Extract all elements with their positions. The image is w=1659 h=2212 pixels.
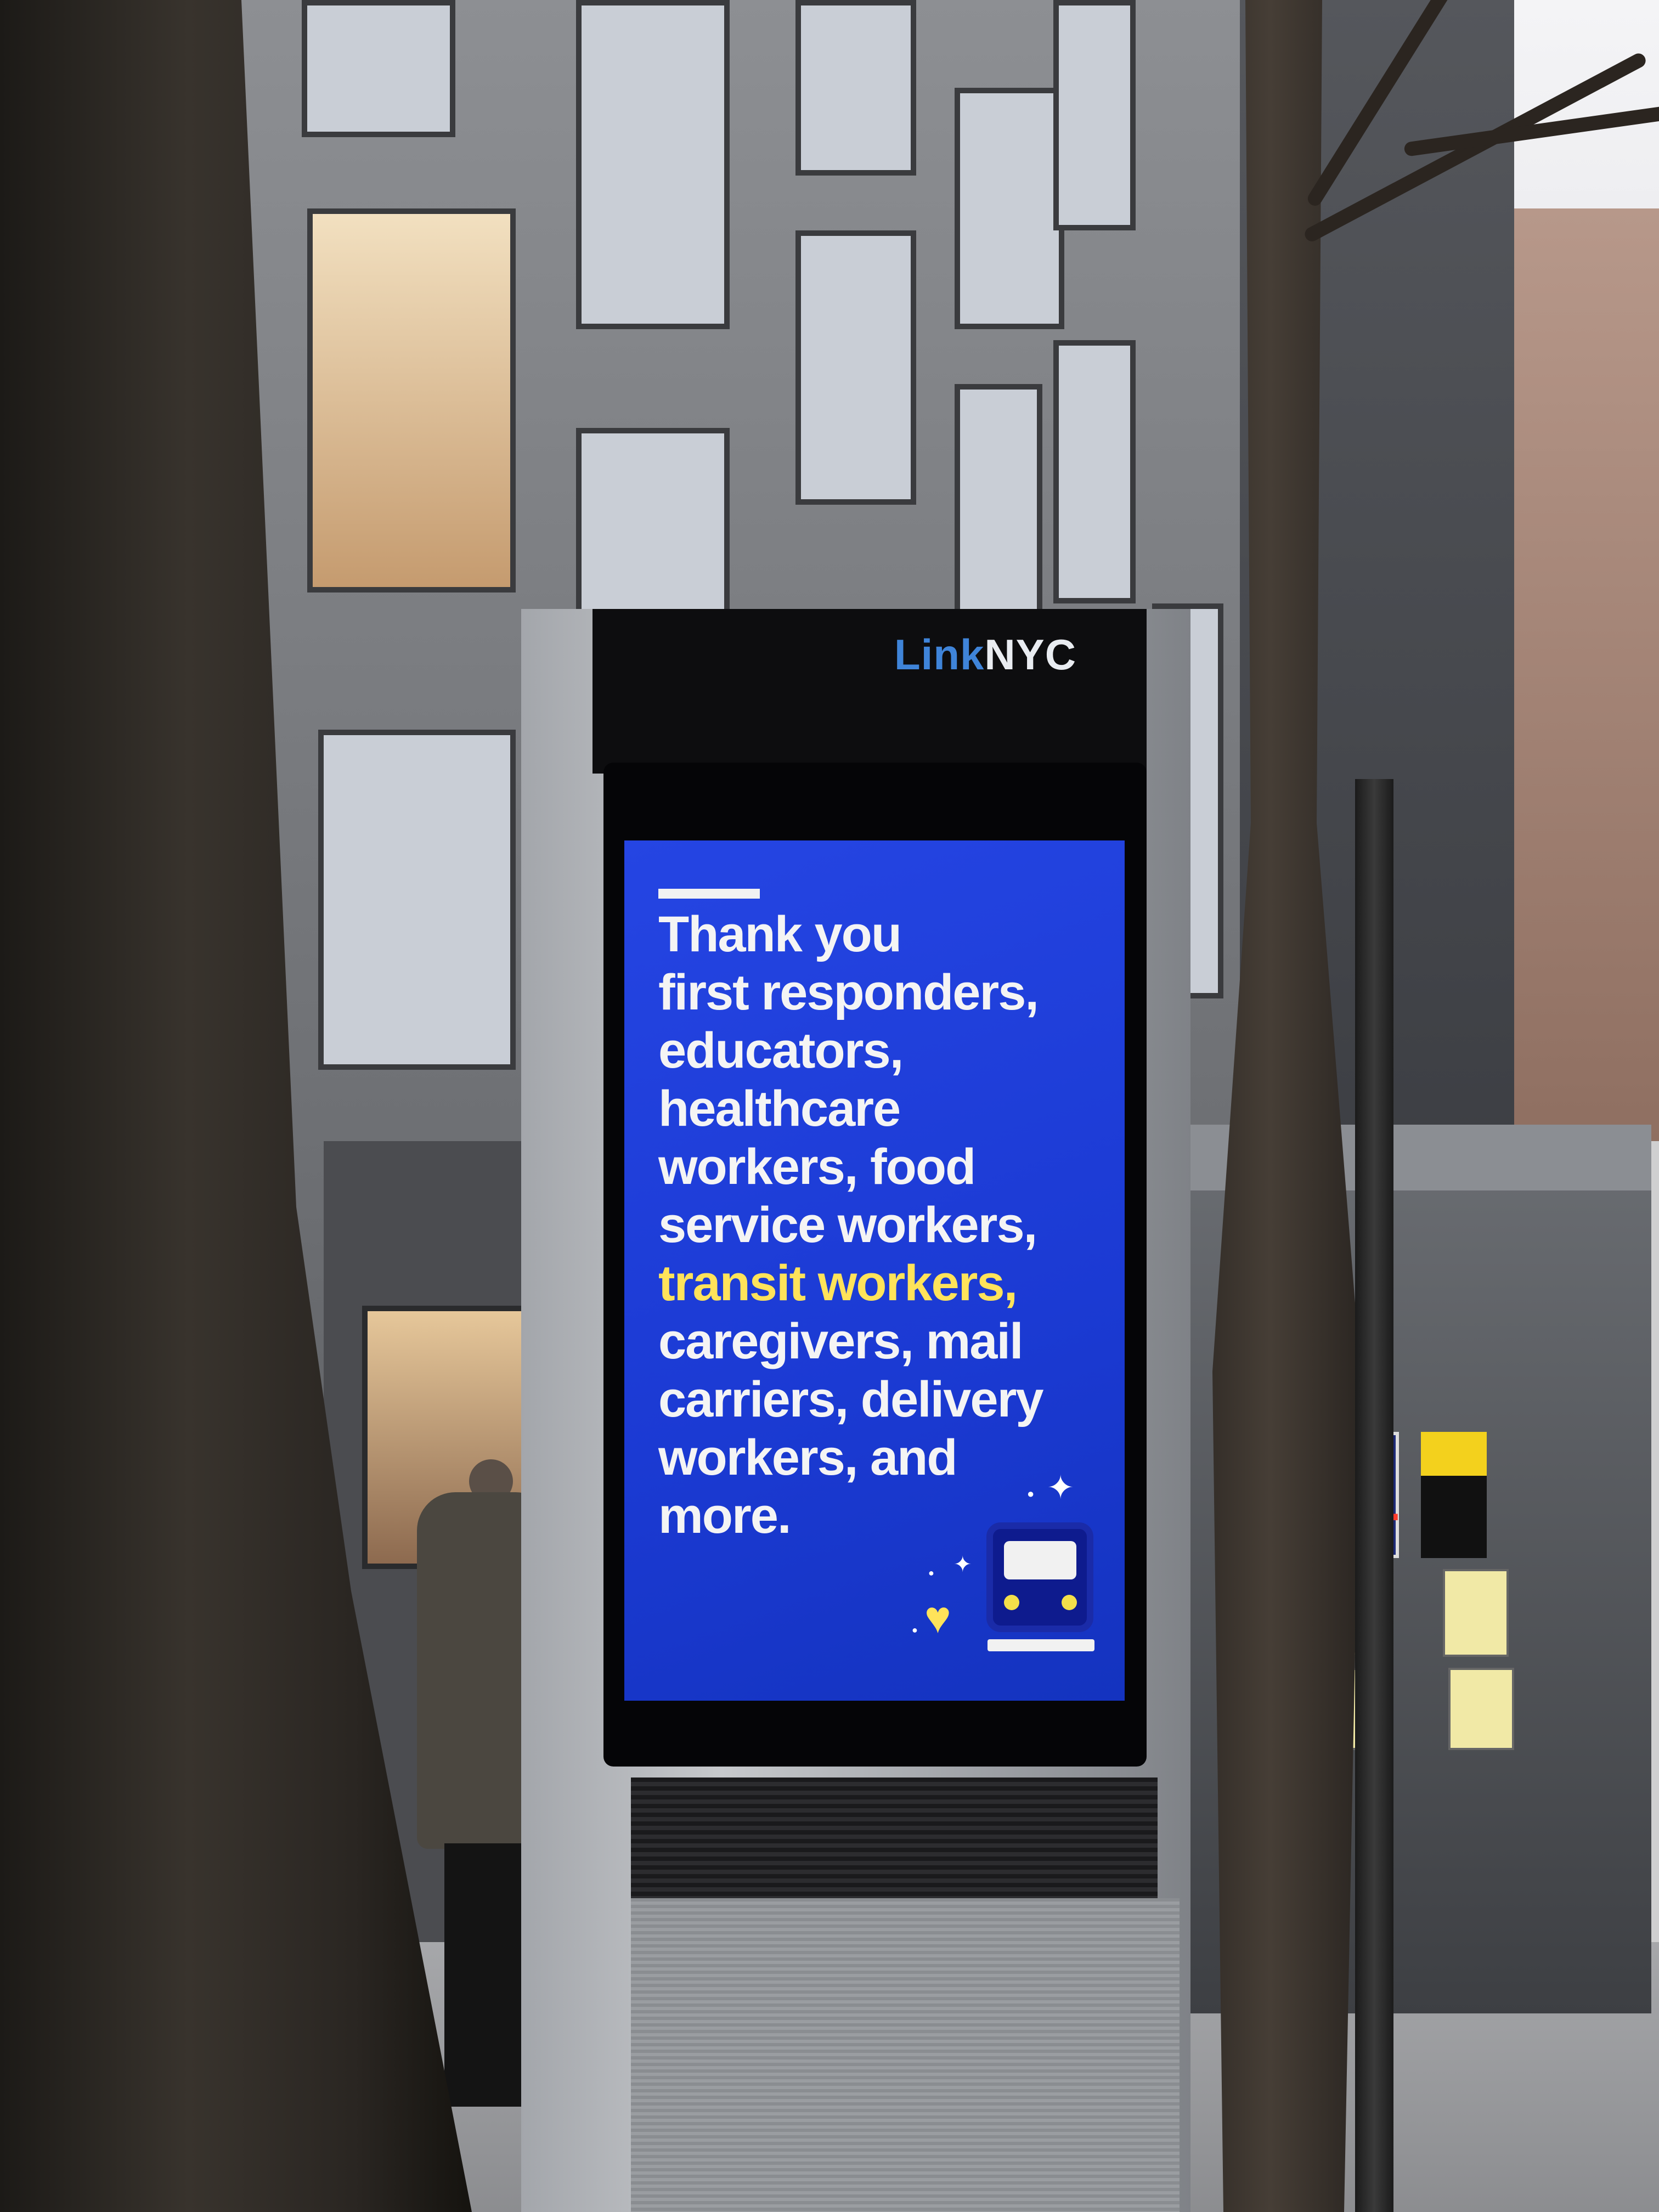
pedestrian-legs [444,1843,527,2107]
bus-platform-line [988,1639,1094,1651]
bus-window [1004,1541,1076,1579]
building-window [955,88,1064,329]
message-line: service workers, [658,1197,1037,1253]
message-line: first responders, [658,964,1039,1020]
sparkle-icon: ✦ [1047,1469,1075,1506]
kiosk-base [631,1898,1180,2212]
building-window [318,730,516,1070]
kiosk-speaker-grille [631,1778,1158,1898]
linknyc-logo: LinkNYC [894,630,1076,680]
sparkle-icon: ● [1027,1487,1035,1500]
transit-bus-icon [986,1522,1093,1632]
thank-you-message: Thank you first responders, educators, h… [658,905,1119,1545]
scratch-ticket [1443,1569,1509,1657]
logo-nyc: NYC [984,630,1077,679]
sparkle-icon: ● [912,1624,918,1635]
sparkle-icon: ● [928,1567,934,1578]
message-headline: Thank you [658,906,902,962]
message-line: workers, food [658,1139,976,1195]
building-window [795,0,916,176]
message-line: healthcare [658,1081,901,1137]
street-pole [1355,779,1393,2212]
lottery-sign [1421,1432,1487,1558]
bus-headlight [1062,1595,1077,1610]
sparkle-icon: ✦ [953,1553,972,1577]
scratch-ticket [1448,1668,1514,1750]
message-line: educators, [658,1023,904,1079]
building-window [576,0,730,329]
message-line: carriers, delivery [658,1372,1044,1427]
building-window [307,208,516,592]
building-window [1053,0,1136,230]
bus-headlight [1004,1595,1019,1610]
heart-icon: ♥ [924,1593,951,1643]
building-window [795,230,916,505]
message-line: caregivers, mail [658,1313,1024,1369]
building-window [1053,340,1136,603]
building-window [302,0,455,137]
building-window [955,384,1042,614]
message-line-highlight: transit workers, [658,1255,1018,1311]
headline-rule [658,889,760,899]
logo-link: Link [894,630,985,679]
